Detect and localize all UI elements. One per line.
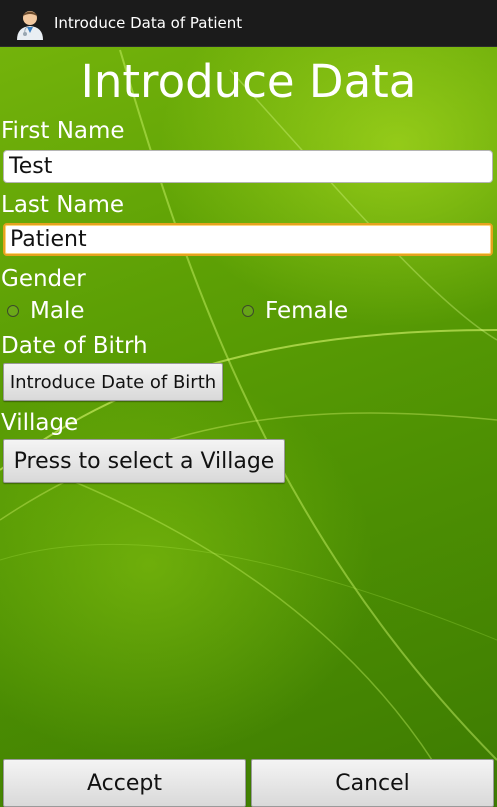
radio-unchecked-icon[interactable] (242, 305, 254, 317)
select-village-button[interactable]: Press to select a Village (3, 439, 285, 483)
action-bar: Introduce Data of Patient (0, 0, 497, 47)
gender-radio-group: Male Female (0, 298, 497, 326)
radio-unchecked-icon[interactable] (7, 305, 19, 317)
last-name-input[interactable] (3, 223, 493, 256)
accept-button[interactable]: Accept (3, 759, 246, 807)
doctor-avatar-icon[interactable] (13, 6, 47, 40)
introduce-date-of-birth-button[interactable]: Introduce Date of Birth (3, 363, 223, 401)
gender-label: Gender (1, 266, 86, 292)
date-of-birth-label: Date of Bitrh (1, 333, 148, 359)
first-name-input[interactable] (3, 150, 493, 183)
gender-option-male[interactable]: Male (7, 298, 84, 324)
cancel-button[interactable]: Cancel (251, 759, 494, 807)
page-title: Introduce Data (80, 55, 417, 108)
first-name-label: First Name (1, 118, 125, 144)
village-label: Village (1, 410, 79, 436)
gender-option-female[interactable]: Female (242, 298, 348, 324)
gender-option-label: Male (30, 298, 85, 324)
action-bar-title: Introduce Data of Patient (54, 14, 243, 32)
gender-option-label: Female (265, 298, 349, 324)
last-name-label: Last Name (1, 192, 125, 218)
patient-form-screen: Introduce Data of Patient Introduce Data… (0, 0, 497, 807)
